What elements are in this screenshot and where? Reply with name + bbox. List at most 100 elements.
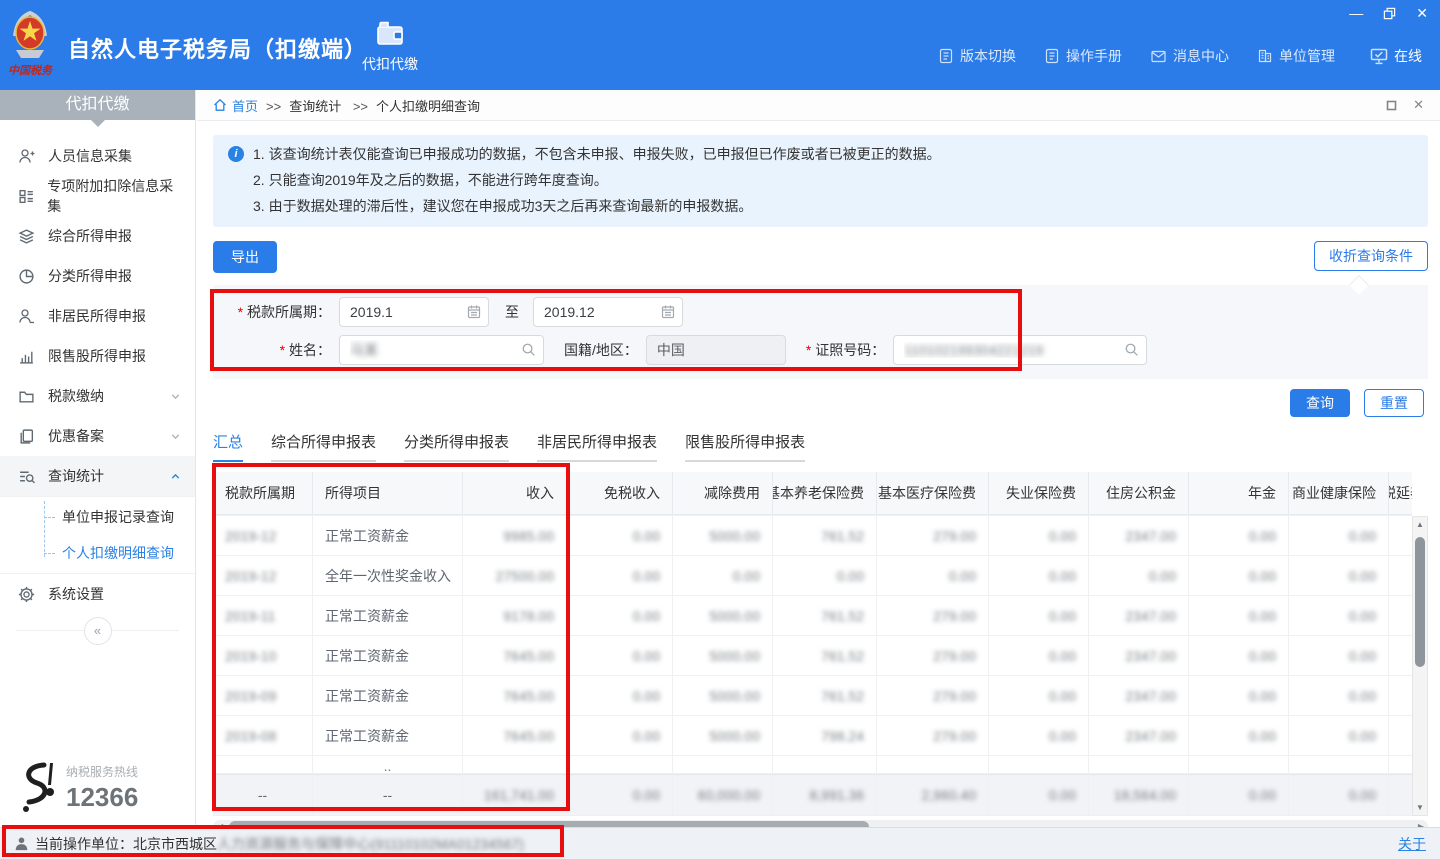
scroll-up-icon[interactable]: ▲ bbox=[1413, 520, 1427, 529]
table-cell bbox=[1389, 774, 1412, 815]
result-tab[interactable]: 综合所得申报表 bbox=[271, 431, 376, 462]
table-cell: 0.00 bbox=[1289, 556, 1389, 595]
panel-close-icon[interactable]: ✕ bbox=[1413, 97, 1424, 113]
horizontal-scrollbar[interactable]: ◀ ▶ bbox=[213, 820, 1428, 827]
sidebar-item-label: 限售股所得申报 bbox=[48, 346, 146, 366]
table-cell: 279.00 bbox=[877, 676, 989, 715]
sidebar-item[interactable]: 专项附加扣除信息采集 bbox=[0, 176, 195, 216]
table-cell: 2347.00 bbox=[1089, 636, 1189, 675]
close-button[interactable]: ✕ bbox=[1416, 4, 1428, 22]
calendar-icon[interactable] bbox=[467, 304, 481, 319]
sidebar-item[interactable]: 税款缴纳 bbox=[0, 376, 195, 416]
about-link[interactable]: 关于 bbox=[1398, 834, 1426, 854]
operator-unit: 北京市西城区 bbox=[133, 834, 217, 854]
breadcrumb-home[interactable]: 首页 bbox=[213, 96, 258, 115]
sidebar-subitem[interactable]: 个人扣缴明细查询 bbox=[0, 535, 195, 571]
table-cell bbox=[1189, 756, 1289, 773]
table-cell bbox=[1289, 756, 1389, 773]
sidebar-menu-bottom: 系统设置 bbox=[0, 574, 195, 614]
header-menu-item[interactable]: 版本切换 bbox=[938, 46, 1016, 66]
table-cell: -- bbox=[313, 774, 463, 815]
table-cell: 0.00 bbox=[989, 716, 1089, 755]
mail-icon bbox=[1150, 49, 1167, 64]
result-tab[interactable]: 汇总 bbox=[213, 431, 243, 462]
result-tab[interactable]: 限售股所得申报表 bbox=[685, 431, 805, 462]
table-row[interactable]: 2019-12全年一次性奖金收入27500.000.000.000.000.00… bbox=[213, 556, 1412, 596]
panel-maximize-icon[interactable] bbox=[1386, 100, 1397, 111]
table-cell: 0.00 bbox=[1289, 774, 1389, 815]
monitor-check-icon bbox=[1370, 48, 1388, 65]
collapse-query-button[interactable]: 收折查询条件 bbox=[1314, 241, 1428, 271]
table-row[interactable]: 2019-12正常工资薪金9985.000.005000.00761.52279… bbox=[213, 516, 1412, 556]
hotline-number: 12366 bbox=[66, 782, 138, 813]
breadcrumb-item: 查询统计 bbox=[289, 99, 341, 114]
chevron-down-icon bbox=[170, 431, 181, 442]
table-row[interactable]: 2019-09正常工资薪金7645.000.005000.00761.52279… bbox=[213, 676, 1412, 716]
table-cell: 5000.00 bbox=[673, 716, 773, 755]
sidebar-item-label: 专项附加扣除信息采集 bbox=[47, 176, 181, 216]
header-menu-item[interactable]: 消息中心 bbox=[1150, 46, 1229, 66]
person-icon bbox=[18, 308, 36, 325]
sidebar-item[interactable]: 系统设置 bbox=[0, 574, 195, 614]
table-cell: 0.00 bbox=[567, 596, 673, 635]
table-cell bbox=[213, 756, 313, 773]
sidebar-item[interactable]: 优惠备案 bbox=[0, 416, 195, 456]
table-row[interactable]: .. bbox=[213, 756, 1412, 774]
search-icon[interactable] bbox=[1124, 342, 1139, 357]
restore-button[interactable] bbox=[1383, 7, 1396, 20]
breadcrumb-separator: >> bbox=[353, 99, 368, 114]
sidebar-subitem[interactable]: 单位申报记录查询 bbox=[0, 499, 195, 535]
sidebar-item[interactable]: 查询统计 bbox=[0, 456, 195, 496]
table-cell: 60,000.00 bbox=[673, 774, 773, 815]
table-cell: 2019-09 bbox=[213, 676, 313, 715]
query-button[interactable]: 查询 bbox=[1290, 389, 1350, 417]
column-header: 基本养老保险费 bbox=[773, 472, 877, 515]
table-cell bbox=[1389, 516, 1412, 555]
column-header: 所得项目 bbox=[313, 472, 463, 515]
reset-button[interactable]: 重置 bbox=[1364, 389, 1424, 417]
name-input[interactable] bbox=[339, 335, 544, 365]
table-cell bbox=[1389, 756, 1412, 773]
table-cell bbox=[463, 756, 567, 773]
vertical-scrollbar[interactable]: ▲ ▼ bbox=[1412, 516, 1428, 816]
export-button[interactable]: 导出 bbox=[213, 241, 277, 273]
table-header-row: 税款所属期所得项目收入免税收入减除费用基本养老保险费基本医疗保险费失业保险费住房… bbox=[213, 472, 1412, 516]
sidebar-item[interactable]: 非居民所得申报 bbox=[0, 296, 195, 336]
result-tab[interactable]: 非居民所得申报表 bbox=[537, 431, 657, 462]
vertical-scroll-thumb[interactable] bbox=[1415, 537, 1425, 667]
table-cell: 2347.00 bbox=[1089, 596, 1189, 635]
sidebar-item[interactable]: 人员信息采集 bbox=[0, 136, 195, 176]
sidebar-item[interactable]: 分类所得申报 bbox=[0, 256, 195, 296]
table-row[interactable]: 2019-08正常工资薪金7645.000.005000.00798.24279… bbox=[213, 716, 1412, 756]
scroll-down-icon[interactable]: ▼ bbox=[1413, 803, 1427, 812]
table-cell: 5000.00 bbox=[673, 516, 773, 555]
table-cell: 0.00 bbox=[989, 596, 1089, 635]
result-tabs: 汇总 综合所得申报表 分类所得申报表 非居民所得申报表 限售股所得申报表 bbox=[213, 431, 1428, 462]
table-cell: 7645.00 bbox=[463, 716, 567, 755]
sidebar-collapse-button[interactable]: « bbox=[84, 617, 112, 645]
tab-withholding[interactable]: 代扣代缴 bbox=[352, 20, 428, 74]
table-cell: 0.00 bbox=[989, 516, 1089, 555]
documents-icon bbox=[18, 428, 36, 445]
table-cell: 正常工资薪金 bbox=[313, 676, 463, 715]
search-icon[interactable] bbox=[521, 342, 536, 357]
sidebar-item[interactable]: 综合所得申报 bbox=[0, 216, 195, 256]
minimize-button[interactable]: — bbox=[1349, 4, 1363, 22]
table-cell: 0.00 bbox=[1289, 516, 1389, 555]
table-cell: 2019-12 bbox=[213, 556, 313, 595]
table-cell bbox=[773, 756, 877, 773]
table-cell bbox=[567, 756, 673, 773]
table-cell: 5000.00 bbox=[673, 636, 773, 675]
table-row[interactable]: 2019-10正常工资薪金7645.000.005000.00761.52279… bbox=[213, 636, 1412, 676]
result-tab[interactable]: 分类所得申报表 bbox=[404, 431, 509, 462]
calendar-icon[interactable] bbox=[661, 304, 675, 319]
table-cell: 0.00 bbox=[989, 636, 1089, 675]
sidebar-item[interactable]: 限售股所得申报 bbox=[0, 336, 195, 376]
id-number-input[interactable] bbox=[893, 335, 1147, 365]
header-menu-item[interactable]: 单位管理 bbox=[1257, 46, 1335, 66]
table-cell: 9985.00 bbox=[463, 516, 567, 555]
header-menu-item[interactable]: 操作手册 bbox=[1044, 46, 1122, 66]
table-row[interactable]: 2019-11正常工资薪金9178.000.005000.00761.52279… bbox=[213, 596, 1412, 636]
nationality-input[interactable] bbox=[646, 335, 786, 365]
breadcrumb-item: 个人扣缴明细查询 bbox=[376, 99, 480, 114]
